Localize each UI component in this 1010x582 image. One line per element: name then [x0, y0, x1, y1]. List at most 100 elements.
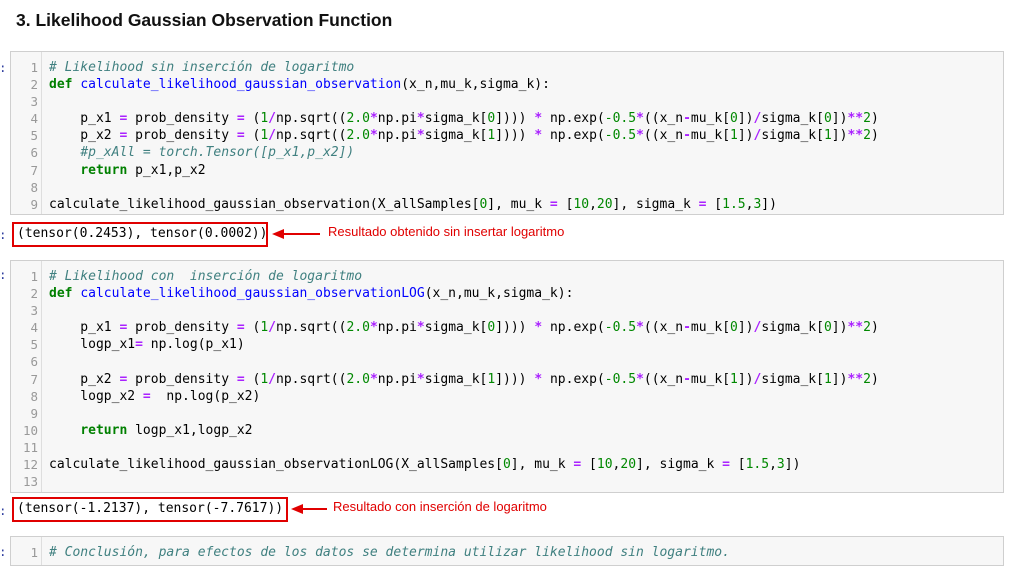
code-token: sigma_k[ — [761, 320, 824, 336]
code-text: return logp_x1,logp_x2 — [49, 422, 252, 439]
code-token: * — [534, 371, 543, 387]
code-token: np.sqrt(( — [276, 320, 347, 336]
line-number: 7 — [30, 371, 38, 387]
code-line[interactable]: 8 — [11, 179, 1003, 196]
code-line[interactable]: 3 — [11, 93, 1003, 110]
code-text: p_x1 = prob_density = (1/np.sqrt((2.0*np… — [49, 319, 878, 336]
code-token: prob_density — [127, 320, 237, 336]
line-number: 3 — [30, 94, 38, 110]
line-number: 5 — [30, 128, 38, 144]
code-token: ]) — [784, 457, 801, 473]
code-cell-conclusion[interactable]: 1 # Conclusión, para efectos de los datos… — [10, 536, 1004, 566]
code-token: 2 — [863, 128, 871, 144]
code-line[interactable]: 7 p_x2 = prob_density = (1/np.sqrt((2.0*… — [11, 371, 1003, 388]
code-line[interactable]: 10 return logp_x1,logp_x2 — [11, 422, 1003, 439]
code-token: 1 — [487, 128, 496, 144]
code-token: 2.0 — [346, 371, 370, 387]
code-token: ]) — [831, 320, 848, 336]
code-token: , — [589, 196, 597, 212]
code-token: * — [636, 128, 644, 144]
code-token: * — [416, 371, 425, 387]
code-text: p_x2 = prob_density = (1/np.sqrt((2.0*np… — [49, 371, 878, 388]
code-editor[interactable]: 1 # Likelihood con inserción de logaritmo… — [11, 268, 1003, 490]
code-token: #p_xAll = torch.Tensor([p_x1,p_x2]) — [80, 145, 355, 161]
line-number: 9 — [30, 405, 38, 421]
code-token: / — [268, 320, 276, 336]
code-line[interactable]: 1 # Conclusión, para efectos de los datos… — [11, 544, 1003, 561]
code-token: 0 — [730, 320, 738, 336]
annotation-likelihood-log: Resultado con inserción de logaritmo — [333, 499, 547, 514]
line-number: 5 — [30, 337, 38, 353]
code-token: 2 — [863, 320, 871, 336]
code-token: * — [636, 371, 644, 387]
code-token: * — [636, 320, 644, 336]
code-text: # Likelihood con inserción de logaritmo — [49, 268, 362, 285]
code-line[interactable]: 4 p_x1 = prob_density = (1/np.sqrt((2.0*… — [11, 110, 1003, 127]
code-editor[interactable]: 1 # Likelihood sin inserción de logaritmo… — [11, 59, 1003, 213]
line-number: 8 — [30, 388, 38, 404]
code-token: ( — [244, 371, 261, 387]
code-token: 1 — [260, 111, 269, 127]
code-token: [ — [581, 457, 597, 473]
code-line[interactable]: 6 #p_xAll = torch.Tensor([p_x1,p_x2]) — [11, 144, 1003, 161]
code-token: 20 — [620, 457, 637, 473]
code-token: [ — [557, 196, 574, 212]
code-token: 20 — [596, 196, 613, 212]
code-token: prob_density — [127, 111, 237, 127]
code-token: sigma_k[ — [424, 371, 488, 387]
line-number: 4 — [30, 320, 38, 336]
code-token: ]) — [737, 111, 754, 127]
code-token: / — [268, 128, 276, 144]
code-line[interactable]: 9 calculate_likelihood_gaussian_observati… — [11, 196, 1003, 213]
code-line[interactable]: 13 — [11, 473, 1003, 490]
code-token: np.sqrt(( — [276, 111, 347, 127]
code-token: 1 — [487, 371, 496, 387]
code-cell-likelihood[interactable]: 1 # Likelihood sin inserción de logaritmo… — [10, 51, 1004, 215]
code-token: mu_k[ — [690, 111, 731, 127]
code-token: np.log(p_x1) — [142, 337, 245, 353]
output-result-likelihood: (tensor(0.2453), tensor(0.0002)) — [12, 222, 268, 247]
line-number: 12 — [22, 457, 38, 473]
code-token: ** — [847, 111, 864, 127]
code-token: -0.5 — [604, 371, 637, 387]
code-token: ( — [244, 111, 261, 127]
code-line[interactable]: 8 logp_x2 = np.log(p_x2) — [11, 388, 1003, 405]
code-token: np.pi — [377, 111, 417, 127]
code-line[interactable]: 7 return p_x1,p_x2 — [11, 162, 1003, 179]
code-line[interactable]: 2 def calculate_likelihood_gaussian_obser… — [11, 76, 1003, 93]
code-line[interactable]: 1 # Likelihood sin inserción de logaritmo — [11, 59, 1003, 76]
code-token: ]) — [737, 371, 754, 387]
code-token: 2 — [863, 111, 871, 127]
code-token: 1.5 — [722, 196, 746, 212]
code-token: calculate_likelihood_gaussian_observatio… — [49, 457, 503, 473]
code-token: [ — [706, 196, 723, 212]
code-token: np.exp( — [542, 320, 605, 336]
code-line[interactable]: 1 # Likelihood con inserción de logaritmo — [11, 268, 1003, 285]
code-token: ((x_n — [643, 128, 684, 144]
code-line[interactable]: 6 — [11, 353, 1003, 370]
code-token: prob_density — [127, 371, 237, 387]
code-token: mu_k[ — [690, 320, 731, 336]
code-token: 10 — [596, 457, 613, 473]
arrow-left-icon — [291, 504, 327, 514]
code-line[interactable]: 5 logp_x1= np.log(p_x1) — [11, 336, 1003, 353]
code-line[interactable]: 4 p_x1 = prob_density = (1/np.sqrt((2.0*… — [11, 319, 1003, 336]
code-text: logp_x1= np.log(p_x1) — [49, 336, 245, 353]
line-number: 8 — [30, 179, 38, 195]
code-token: ** — [847, 320, 864, 336]
code-token: 1.5 — [745, 457, 770, 473]
code-line[interactable]: 9 — [11, 405, 1003, 422]
code-cell-likelihood-log[interactable]: 1 # Likelihood con inserción de logaritmo… — [10, 260, 1004, 493]
code-token: 10 — [573, 196, 590, 212]
code-line[interactable]: 3 — [11, 302, 1003, 319]
code-line[interactable]: 2 def calculate_likelihood_gaussian_obser… — [11, 285, 1003, 302]
code-text: def calculate_likelihood_gaussian_observ… — [49, 76, 550, 93]
code-editor[interactable]: 1 # Conclusión, para efectos de los datos… — [11, 544, 1003, 561]
code-text: calculate_likelihood_gaussian_observatio… — [49, 456, 800, 473]
code-token: ]) — [831, 111, 848, 127]
code-line[interactable]: 5 p_x2 = prob_density = (1/np.sqrt((2.0*… — [11, 127, 1003, 144]
code-line[interactable]: 11 — [11, 439, 1003, 456]
code-text: logp_x2 = np.log(p_x2) — [49, 388, 260, 405]
code-token: * — [534, 111, 543, 127]
code-line[interactable]: 12 calculate_likelihood_gaussian_observat… — [11, 456, 1003, 473]
